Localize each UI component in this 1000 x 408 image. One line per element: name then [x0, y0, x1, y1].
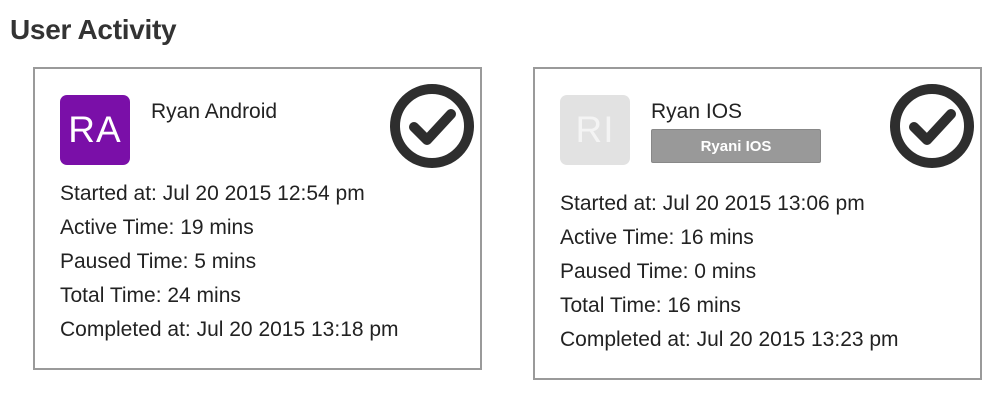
- paused-time: Paused Time: 0 mins: [560, 260, 757, 283]
- completed-at: Completed at: Jul 20 2015 13:18 pm: [60, 318, 399, 341]
- device-badge: Ryani IOS: [651, 129, 821, 163]
- activity-card-ryan-ios[interactable]: RI Ryan IOS Ryani IOS Started at: Jul 20…: [533, 67, 982, 380]
- paused-time: Paused Time: 5 mins: [60, 250, 257, 273]
- total-time: Total Time: 16 mins: [560, 294, 741, 317]
- user-name: Ryan Android: [151, 100, 278, 123]
- check-circle-icon: [390, 84, 474, 168]
- page-title: User Activity: [10, 14, 177, 45]
- started-at: Started at: Jul 20 2015 13:06 pm: [560, 192, 865, 215]
- avatar: RI: [560, 95, 630, 165]
- active-time: Active Time: 16 mins: [560, 226, 754, 249]
- completed-at: Completed at: Jul 20 2015 13:23 pm: [560, 328, 899, 351]
- started-at: Started at: Jul 20 2015 12:54 pm: [60, 182, 365, 205]
- avatar: RA: [60, 95, 130, 165]
- check-circle-icon: [890, 84, 974, 168]
- user-name: Ryan IOS: [651, 100, 743, 123]
- total-time: Total Time: 24 mins: [60, 284, 241, 307]
- activity-card-ryan-android[interactable]: RA Ryan Android Started at: Jul 20 2015 …: [33, 67, 482, 370]
- active-time: Active Time: 19 mins: [60, 216, 254, 239]
- activity-details: Started at: Jul 20 2015 13:06 pm Active …: [560, 187, 899, 357]
- activity-details: Started at: Jul 20 2015 12:54 pm Active …: [60, 177, 399, 347]
